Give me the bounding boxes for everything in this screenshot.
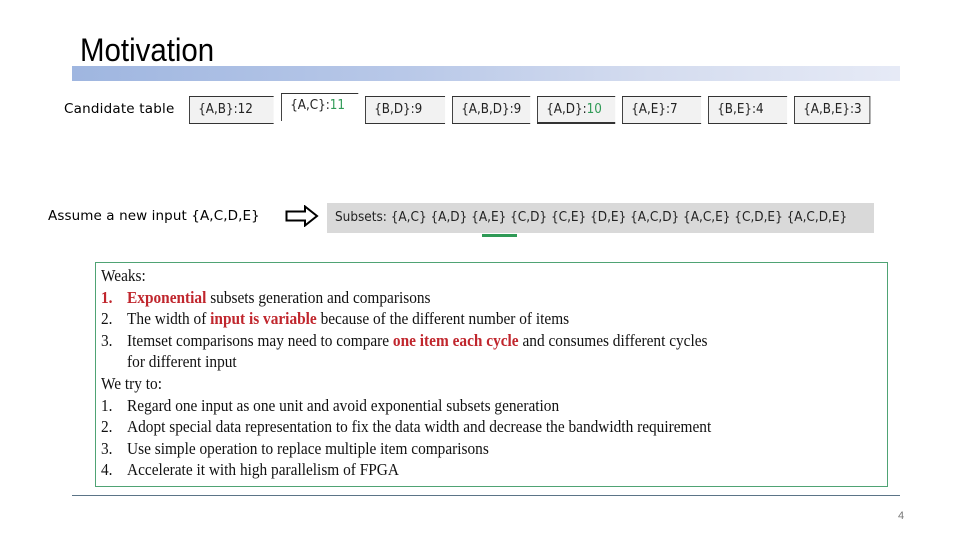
new-input-label: Assume a new input {A,C,D,E}: [48, 208, 260, 224]
item-text: The width of: [127, 309, 211, 329]
weak-item: 2. The width of input is variable because…: [101, 308, 832, 330]
weaks-and-goals-box: Weaks: 1. Exponential subsets generation …: [95, 262, 888, 487]
weak-item: 3. Itemset comparisons may need to compar…: [101, 330, 832, 352]
page-number: 4: [898, 510, 905, 522]
item-text: Use simple operation to replace multiple…: [127, 438, 489, 458]
item-number: 1.: [101, 287, 113, 307]
goal-item: 2. Adopt special data representation to f…: [101, 416, 832, 438]
cell-set: {A,B,E}:: [803, 102, 855, 117]
item-text: and consumes different cycles: [518, 330, 708, 350]
cell-count: 4: [756, 102, 764, 117]
item-number: 2.: [101, 309, 113, 329]
right-arrow-icon: [285, 205, 319, 227]
cell-set: {B,D}:: [374, 102, 415, 117]
item-highlight: one item each cycle: [392, 330, 519, 350]
cell-count: 7: [669, 102, 678, 117]
cell-set: {A,E}:: [631, 102, 670, 117]
subset-match-underline: [482, 234, 517, 237]
cell-count: 10: [586, 102, 602, 117]
footer-divider: [72, 495, 900, 496]
candidate-cell: {A,E}:7: [622, 96, 702, 124]
candidate-cell: {A,B,E}:3: [794, 96, 871, 124]
cell-set: {A,C}:: [290, 98, 330, 113]
item-text: Adopt special data representation to fix…: [127, 417, 712, 437]
cell-set: {A,B}:: [198, 102, 238, 117]
candidate-table-label: Candidate table: [64, 101, 175, 117]
we-try-heading: We try to:: [101, 373, 162, 393]
item-text: because of the different number of items: [316, 309, 570, 329]
candidate-cell: {A,B}:12: [189, 96, 274, 124]
cell-count: 12: [237, 102, 253, 117]
cell-count: 3: [854, 102, 862, 117]
item-number: 3.: [101, 330, 113, 350]
candidate-cell: {A,B,D}:9: [452, 96, 531, 124]
item-number: 3.: [101, 438, 113, 458]
cell-count: 9: [414, 102, 423, 117]
item-text: Accelerate it with high parallelism of F…: [127, 460, 399, 480]
weak-item: 1. Exponential subsets generation and com…: [101, 287, 832, 309]
candidate-cell: {B,D}:9: [365, 96, 446, 124]
candidate-cell-highlighted: {A,C}:11: [281, 93, 359, 121]
weaks-heading: Weaks:: [101, 266, 146, 285]
candidate-cell-highlighted: {A,D}:10: [537, 96, 616, 124]
item-text: subsets generation and comparisons: [206, 287, 431, 307]
goal-item: 1. Regard one input as one unit and avoid…: [101, 395, 832, 417]
cell-count: 9: [513, 102, 522, 117]
candidate-cell: {B,E}:4: [708, 96, 788, 124]
cell-set: {A,B,D}:: [461, 102, 514, 117]
slide-title: Motivation: [80, 32, 215, 68]
weak-item-continuation: for different input: [127, 352, 237, 372]
item-highlight: Exponential: [127, 287, 207, 307]
subsets-text: Subsets: {A,C} {A,D} {A,E} {C,D} {C,E} {…: [335, 210, 848, 225]
item-number: 2.: [101, 417, 113, 437]
cell-set: {B,E}:: [717, 102, 757, 117]
item-number: 4.: [101, 460, 113, 480]
cell-set: {A,D}:: [546, 102, 587, 117]
item-highlight: input is variable: [210, 309, 317, 329]
item-number: 1.: [101, 395, 113, 415]
subsets-box: Subsets: {A,C} {A,D} {A,E} {C,D} {C,E} {…: [327, 203, 874, 233]
goal-item: 4. Accelerate it with high parallelism of…: [101, 459, 832, 481]
title-underline-bar: [72, 66, 900, 81]
candidate-table: {A,B}:12 {A,C}:11 {B,D}:9 {A,B,D}:9 {A,D…: [189, 93, 877, 124]
item-text: Itemset comparisons may need to compare: [127, 330, 393, 350]
item-text: Regard one input as one unit and avoid e…: [127, 395, 560, 415]
goal-item: 3. Use simple operation to replace multip…: [101, 438, 832, 460]
cell-count: 11: [329, 98, 346, 113]
